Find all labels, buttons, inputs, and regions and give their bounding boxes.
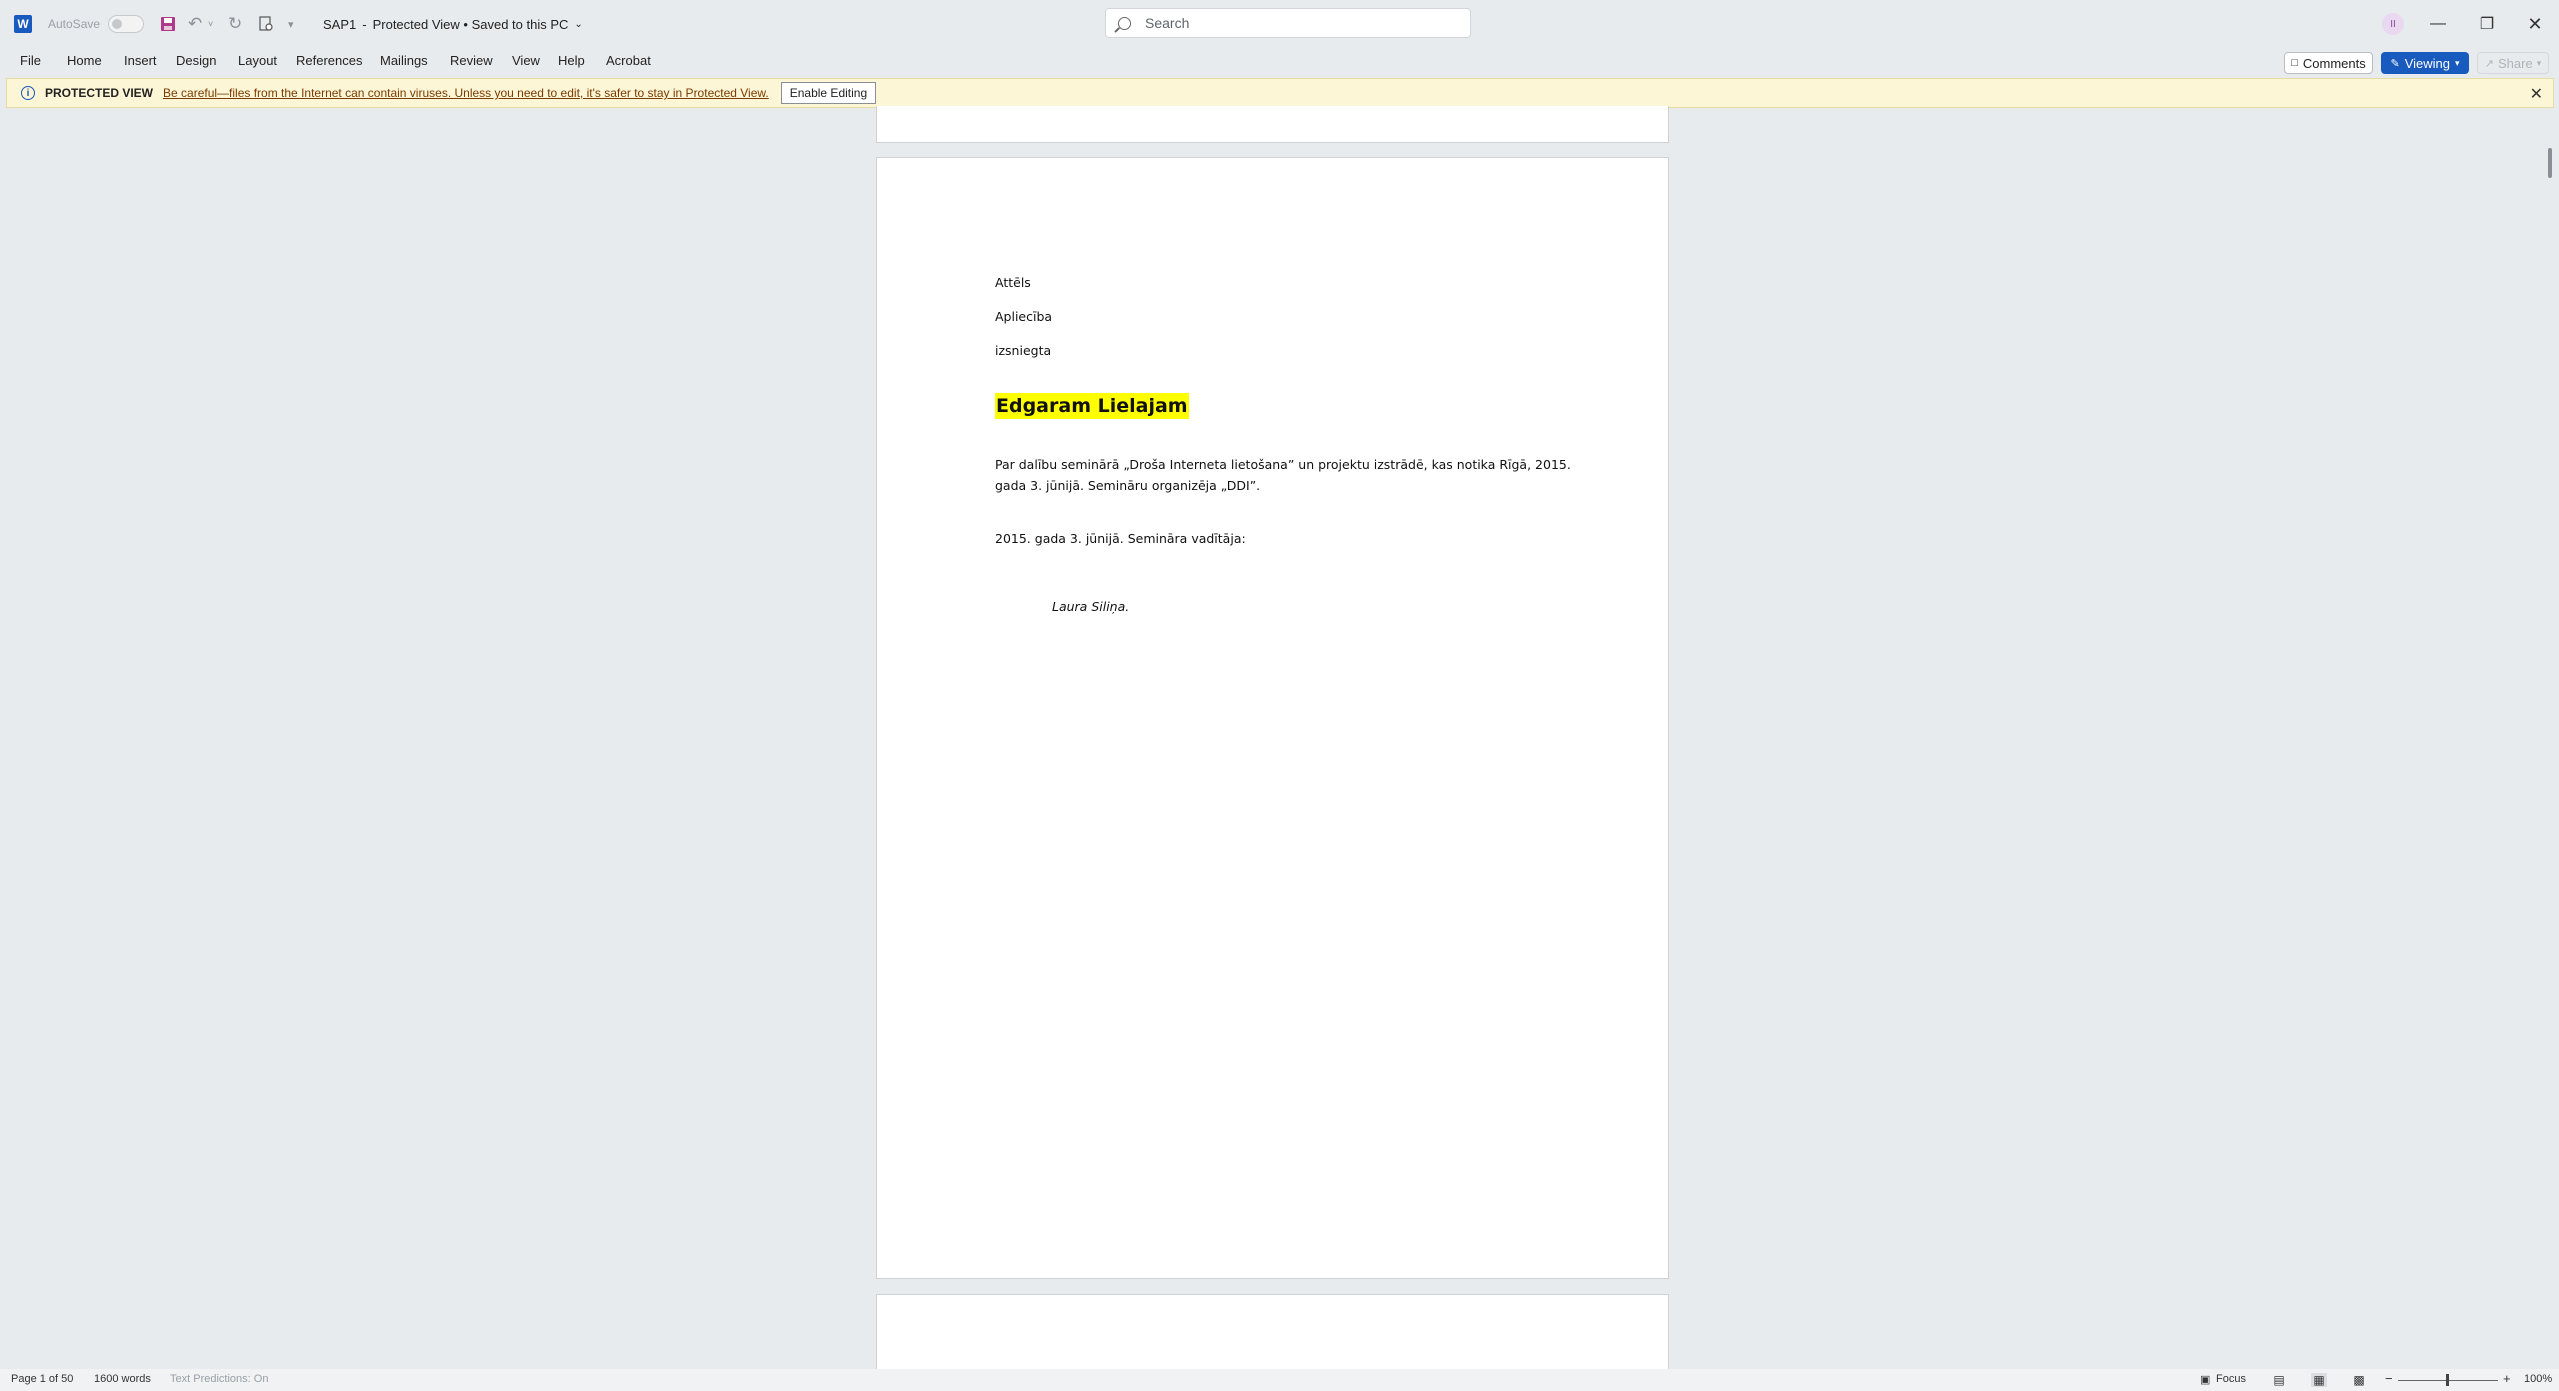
menu-references[interactable]: References: [296, 53, 362, 68]
chevron-down-icon: ⌄: [574, 18, 583, 30]
web-layout-icon[interactable]: ▩: [2351, 1373, 2367, 1387]
vertical-scrollbar-thumb[interactable]: [2548, 148, 2552, 178]
zoom-out-icon[interactable]: −: [2385, 1371, 2393, 1386]
autosave-toggle[interactable]: AutoSave: [48, 0, 145, 48]
close-icon[interactable]: ✕: [2511, 0, 2559, 48]
doc-line-attels: Attēls: [995, 275, 1031, 290]
word-count[interactable]: 1600 words: [94, 1373, 151, 1385]
menu-acrobat[interactable]: Acrobat: [606, 53, 651, 68]
paragraph-line-1: Par dalību seminārā „Droša Interneta lie…: [995, 457, 1571, 472]
doc-status: Protected View • Saved to this PC: [372, 16, 569, 32]
read-mode-icon[interactable]: ▤: [2271, 1373, 2287, 1387]
search-box[interactable]: Search: [1105, 8, 1471, 38]
undo-dropdown-icon[interactable]: ˅: [208, 0, 213, 48]
share-icon: ↗: [2484, 57, 2494, 70]
previous-page: [876, 106, 1669, 143]
comments-button[interactable]: □ Comments: [2284, 52, 2373, 74]
protected-view-title: PROTECTED VIEW: [45, 86, 154, 100]
search-placeholder: Search: [1145, 15, 1190, 31]
share-button[interactable]: ↗ Share ▾: [2477, 52, 2549, 74]
comments-label: Comments: [2302, 55, 2366, 71]
chevron-down-icon: ▾: [2536, 57, 2542, 68]
shield-icon: i: [21, 86, 35, 100]
customize-toolbar-icon[interactable]: ▾: [288, 0, 294, 48]
share-label: Share: [2497, 55, 2533, 71]
print-layout-icon[interactable]: [258, 0, 274, 48]
next-page: [876, 1294, 1669, 1374]
menu-layout[interactable]: Layout: [238, 53, 277, 68]
focus-icon[interactable]: ▣: [2200, 1373, 2210, 1386]
zoom-slider-thumb[interactable]: [2446, 1374, 2449, 1386]
enable-editing-button[interactable]: Enable Editing: [780, 82, 877, 104]
menu-file[interactable]: File: [20, 53, 41, 68]
doc-line-apliecība: Apliecība: [995, 309, 1053, 324]
menu-mailings[interactable]: Mailings: [380, 53, 428, 68]
menu-bar: File Home Insert Design Layout Reference…: [0, 48, 2559, 76]
word-app-icon: W: [14, 0, 34, 48]
paragraph-line-2: gada 3. jūnijā. Semināru organizēja „DDI…: [995, 478, 1261, 493]
menu-view[interactable]: View: [512, 53, 540, 68]
undo-icon[interactable]: ↶: [188, 0, 202, 48]
document-page[interactable]: Attēls Apliecība izsniegta Edgaram Liela…: [876, 157, 1669, 1279]
protected-view-message[interactable]: Be careful—files from the Internet can c…: [163, 86, 769, 100]
autosave-switch[interactable]: [108, 15, 145, 33]
menu-home[interactable]: Home: [67, 53, 102, 68]
paragraph-date-signer: 2015. gada 3. jūnijā. Semināra vadītāja:: [995, 531, 1246, 546]
status-bar: Page 1 of 50 1600 words Text Predictions…: [0, 1369, 2559, 1391]
doc-name: SAP1: [323, 16, 357, 32]
search-icon: [1118, 16, 1131, 30]
protected-view-bar: i PROTECTED VIEW Be careful—files from t…: [6, 78, 2554, 108]
viewing-label: Viewing: [2404, 55, 2450, 71]
focus-label[interactable]: Focus: [2216, 1373, 2246, 1385]
autosave-label: AutoSave: [48, 17, 101, 31]
restore-icon[interactable]: ❐: [2463, 0, 2511, 48]
zoom-level[interactable]: 100%: [2524, 1373, 2552, 1385]
document-title[interactable]: SAP1 - Protected View • Saved to this PC…: [323, 0, 583, 48]
viewing-mode-button[interactable]: ✎ Viewing ▾: [2381, 52, 2469, 74]
chevron-down-icon: ▾: [2454, 57, 2460, 68]
doc-line-izsniegta: izsniegta: [995, 343, 1052, 358]
menu-help[interactable]: Help: [558, 53, 585, 68]
save-icon[interactable]: [160, 0, 176, 48]
comment-icon: □: [2291, 57, 2298, 69]
signature-name: Laura Siliņa.: [1052, 599, 1130, 614]
zoom-in-icon[interactable]: +: [2503, 1371, 2511, 1386]
title-bar: W AutoSave ↶ ˅ ↻ ▾ SAP1 - Protected View…: [0, 0, 2559, 48]
menu-design[interactable]: Design: [176, 53, 216, 68]
menu-insert[interactable]: Insert: [124, 53, 157, 68]
text-predictions-status[interactable]: Text Predictions: On: [170, 1373, 268, 1385]
page-counter[interactable]: Page 1 of 50: [11, 1373, 73, 1385]
pencil-icon: ✎: [2390, 57, 2400, 70]
redo-icon[interactable]: ↻: [228, 0, 242, 48]
recipient-heading: Edgaram Lielajam: [995, 393, 1189, 419]
avatar[interactable]: II: [2382, 13, 2404, 35]
close-icon[interactable]: ✕: [2530, 84, 2543, 104]
menu-review[interactable]: Review: [450, 53, 493, 68]
minimize-icon[interactable]: —: [2414, 0, 2462, 48]
print-layout-view-icon[interactable]: ▦: [2311, 1373, 2327, 1387]
